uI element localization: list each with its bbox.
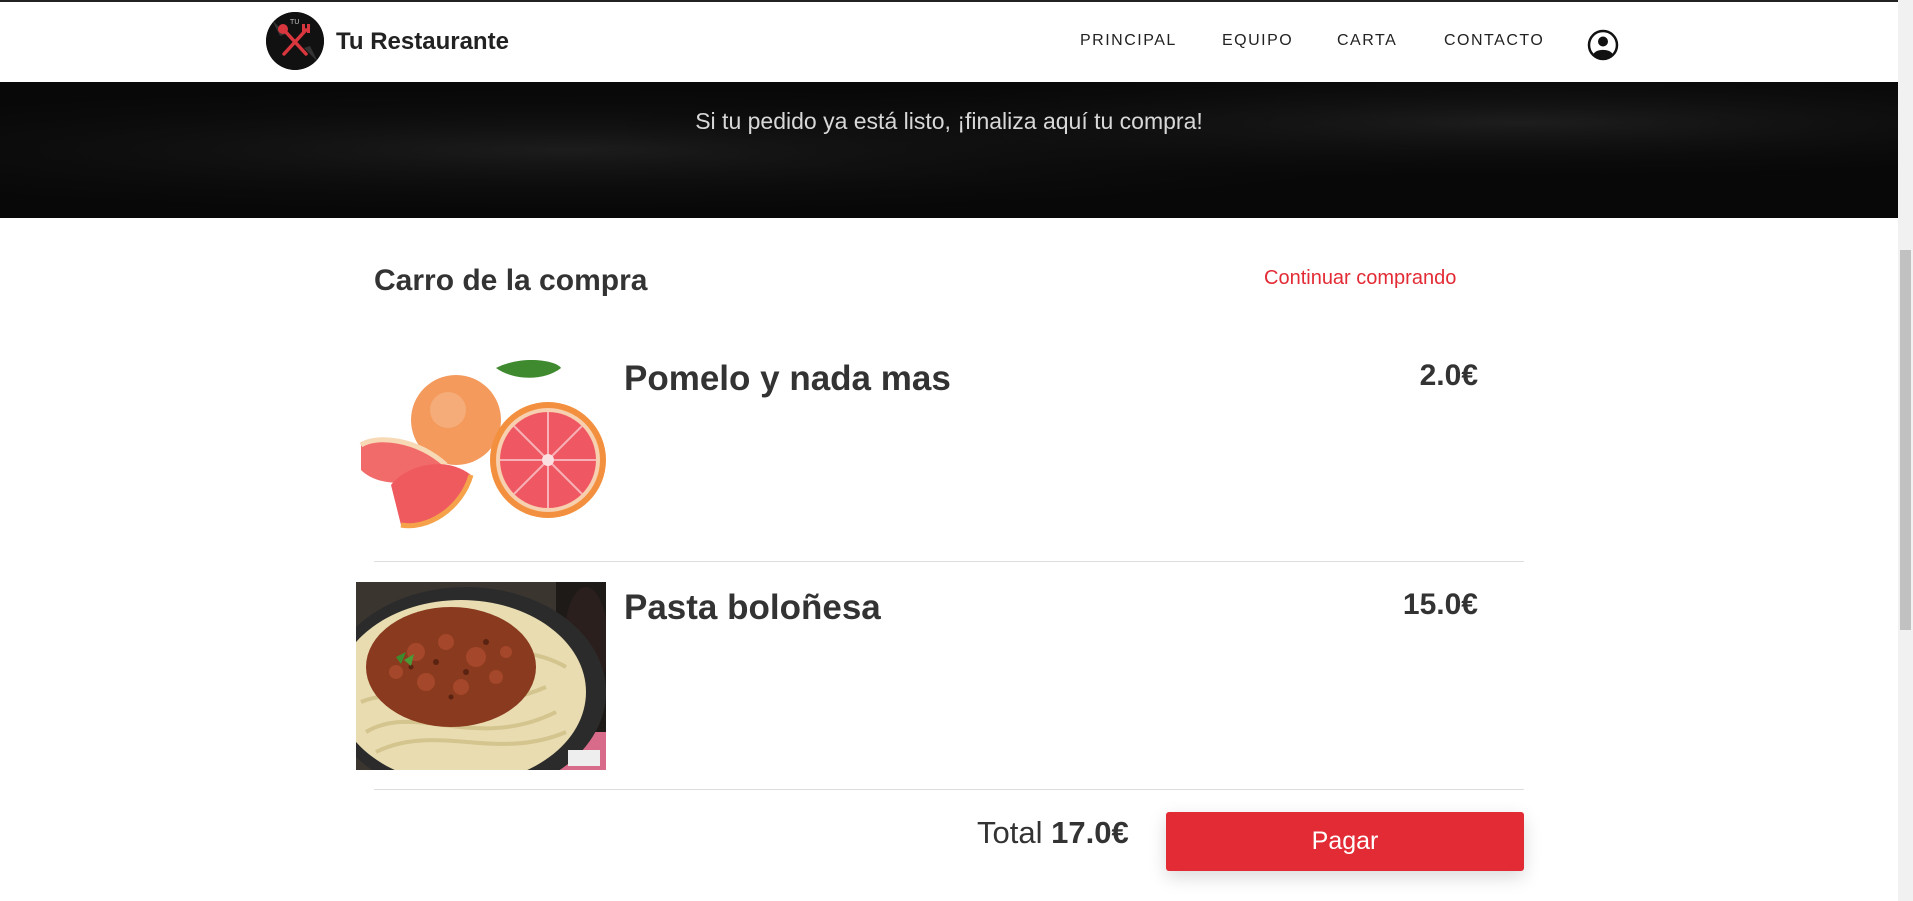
svg-text:TU: TU [289, 18, 299, 26]
cart-title: Carro de la compra [374, 264, 648, 297]
grapefruit-image [356, 350, 606, 538]
total-value: 17.0€ [1051, 815, 1129, 850]
pay-button[interactable]: Pagar [1166, 812, 1524, 871]
continue-shopping-link[interactable]: Continuar comprando [1264, 267, 1456, 290]
total-label: Total [977, 815, 1043, 850]
divider [374, 789, 1524, 790]
navbar: TU Tu Restaurante PRINCIPAL EQUIPO CARTA… [0, 2, 1898, 82]
user-profile-icon[interactable] [1587, 29, 1619, 61]
scrollbar[interactable] [1898, 0, 1913, 901]
cart-total: Total 17.0€ [977, 815, 1129, 851]
restaurant-logo-icon[interactable]: TU [266, 12, 324, 70]
nav-principal[interactable]: PRINCIPAL [1080, 32, 1177, 50]
item-name: Pomelo y nada mas [624, 359, 951, 398]
hero-banner: Si tu pedido ya está listo, ¡finaliza aq… [0, 82, 1898, 218]
nav-carta[interactable]: CARTA [1337, 32, 1397, 50]
brand-name[interactable]: Tu Restaurante [336, 28, 509, 56]
cart-item: Pomelo y nada mas 2.0€ [356, 344, 1524, 544]
divider [374, 561, 1524, 562]
nav-contacto[interactable]: CONTACTO [1444, 32, 1544, 50]
hero-texture [0, 82, 1898, 218]
scrollbar-thumb[interactable] [1900, 250, 1911, 630]
nav-equipo[interactable]: EQUIPO [1222, 32, 1293, 50]
cart-item: Pasta boloñesa 15.0€ [356, 582, 1524, 772]
item-price: 2.0€ [1419, 359, 1478, 392]
hero-text: Si tu pedido ya está listo, ¡finaliza aq… [695, 108, 1203, 134]
pasta-bolognese-image [356, 582, 606, 770]
item-name: Pasta boloñesa [624, 588, 881, 627]
item-price: 15.0€ [1402, 588, 1478, 621]
